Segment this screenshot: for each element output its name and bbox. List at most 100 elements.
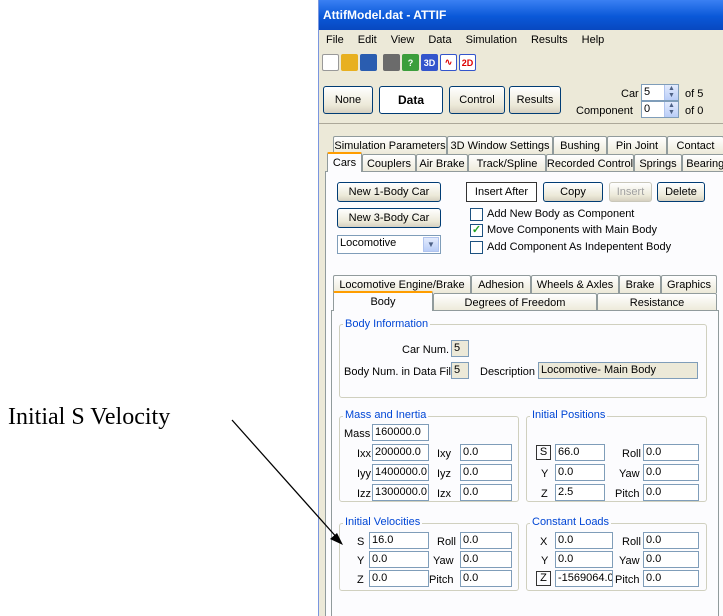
- add-independent-checkbox[interactable]: [470, 241, 483, 254]
- load-yaw-field[interactable]: 0.0: [643, 551, 699, 568]
- insert-after-button[interactable]: Insert After: [466, 182, 537, 202]
- menu-file[interactable]: File: [319, 30, 351, 46]
- pos-roll-label: Roll: [622, 448, 641, 460]
- 2d-graph-icon[interactable]: 2D: [459, 54, 476, 71]
- vel-pitch-field[interactable]: 0.0: [460, 570, 512, 587]
- load-z-field[interactable]: -1569064.0: [555, 570, 613, 587]
- tab-air-brake[interactable]: Air Brake: [416, 154, 468, 172]
- ixx-label: Ixx: [357, 448, 372, 460]
- graph-icon[interactable]: ∿: [440, 54, 457, 71]
- subtab-wheels-axles[interactable]: Wheels & Axles: [531, 275, 619, 293]
- chevron-down-icon[interactable]: ▼: [423, 237, 439, 252]
- load-pitch-field[interactable]: 0.0: [643, 570, 699, 587]
- subtab-degrees-of-freedom[interactable]: Degrees of Freedom: [433, 293, 597, 311]
- car-spinner[interactable]: 5 ▲ ▼: [641, 84, 679, 101]
- none-button[interactable]: None: [323, 86, 373, 114]
- tab-pin-joint[interactable]: Pin Joint: [607, 136, 667, 154]
- tab-contact[interactable]: Contact: [667, 136, 723, 154]
- subtab-graphics[interactable]: Graphics: [661, 275, 717, 293]
- component-value: 0: [644, 103, 651, 115]
- copy-button[interactable]: Copy: [543, 182, 603, 202]
- move-components-label: Move Components with Main Body: [487, 224, 657, 236]
- delete-button[interactable]: Delete: [657, 182, 705, 202]
- menu-edit[interactable]: Edit: [351, 30, 384, 46]
- initial-positions-title: Initial Positions: [530, 409, 608, 421]
- description-label: Description: [480, 366, 536, 378]
- tab-cars[interactable]: Cars: [327, 152, 362, 172]
- vel-z-label: Z: [357, 574, 364, 586]
- subtab-body[interactable]: Body: [333, 291, 433, 311]
- load-pitch-label: Pitch: [615, 574, 640, 586]
- tab-couplers[interactable]: Couplers: [362, 154, 416, 172]
- ixy-field[interactable]: 0.0: [460, 444, 512, 461]
- save-disk-icon[interactable]: [360, 54, 377, 71]
- print-icon[interactable]: [383, 54, 400, 71]
- pos-pitch-field[interactable]: 0.0: [643, 484, 699, 501]
- subtab-adhesion[interactable]: Adhesion: [471, 275, 531, 293]
- menu-results[interactable]: Results: [524, 30, 575, 46]
- insert-button[interactable]: Insert: [609, 182, 652, 202]
- pos-y-field[interactable]: 0.0: [555, 464, 605, 481]
- iyy-field[interactable]: 1400000.0: [372, 464, 429, 481]
- load-yaw-label: Yaw: [619, 555, 640, 567]
- component-label: Component: [576, 105, 633, 117]
- vel-s-label: S: [357, 536, 365, 548]
- iyy-label: Iyy: [357, 468, 372, 480]
- body-info-group: [339, 324, 707, 398]
- app-window: AttifModel.dat - ATTIF File Edit View Data S…: [318, 0, 723, 616]
- pos-z-label: Z: [541, 488, 548, 500]
- load-y-label: Y: [541, 555, 549, 567]
- open-folder-icon[interactable]: [341, 54, 358, 71]
- vel-z-field[interactable]: 0.0: [369, 570, 429, 587]
- new-3-body-car-button[interactable]: New 3-Body Car: [337, 208, 441, 228]
- menu-simulation[interactable]: Simulation: [459, 30, 524, 46]
- mass-field[interactable]: 160000.0: [372, 424, 429, 441]
- ixx-field[interactable]: 200000.0: [372, 444, 429, 461]
- data-button[interactable]: Data: [379, 86, 443, 114]
- menu-data[interactable]: Data: [421, 30, 458, 46]
- pos-s-toggle[interactable]: S: [536, 445, 551, 460]
- component-spinner[interactable]: 0 ▲ ▼: [641, 101, 679, 118]
- subtab-resistance[interactable]: Resistance: [597, 293, 717, 311]
- move-components-checkbox[interactable]: ✓: [470, 224, 483, 237]
- pos-roll-field[interactable]: 0.0: [643, 444, 699, 461]
- pos-s-field[interactable]: 66.0: [555, 444, 605, 461]
- ixy-label: Ixy: [437, 448, 452, 460]
- new-1-body-car-button[interactable]: New 1-Body Car: [337, 182, 441, 202]
- pos-yaw-field[interactable]: 0.0: [643, 464, 699, 481]
- component-spin-arrows[interactable]: ▲ ▼: [664, 102, 678, 117]
- 3d-view-icon[interactable]: 3D: [421, 54, 438, 71]
- vel-roll-field[interactable]: 0.0: [460, 532, 512, 549]
- tab-bearings[interactable]: Bearings: [682, 154, 723, 172]
- izx-field[interactable]: 0.0: [460, 484, 512, 501]
- tab-track-spline[interactable]: Track/Spline: [468, 154, 546, 172]
- results-button[interactable]: Results: [509, 86, 561, 114]
- initial-velocities-title: Initial Velocities: [343, 516, 423, 528]
- tab-3d-window-settings[interactable]: 3D Window Settings: [447, 136, 553, 154]
- tab-springs[interactable]: Springs: [634, 154, 682, 172]
- subtab-brake[interactable]: Brake: [619, 275, 661, 293]
- help-icon[interactable]: ?: [402, 54, 419, 71]
- pos-z-field[interactable]: 2.5: [555, 484, 605, 501]
- car-spin-arrows[interactable]: ▲ ▼: [664, 85, 678, 100]
- control-button[interactable]: Control: [449, 86, 505, 114]
- vel-s-field[interactable]: 16.0: [369, 532, 429, 549]
- tab-recorded-control[interactable]: Recorded Control: [546, 154, 634, 172]
- vel-yaw-field[interactable]: 0.0: [460, 551, 512, 568]
- pos-yaw-label: Yaw: [619, 468, 640, 480]
- izz-field[interactable]: 1300000.0: [372, 484, 429, 501]
- add-new-body-checkbox[interactable]: [470, 208, 483, 221]
- new-file-icon[interactable]: [322, 54, 339, 71]
- menu-view[interactable]: View: [384, 30, 422, 46]
- load-y-field[interactable]: 0.0: [555, 551, 613, 568]
- load-roll-field[interactable]: 0.0: [643, 532, 699, 549]
- menu-help[interactable]: Help: [575, 30, 612, 46]
- iyz-field[interactable]: 0.0: [460, 464, 512, 481]
- tab-bushing[interactable]: Bushing: [553, 136, 607, 154]
- vel-y-field[interactable]: 0.0: [369, 551, 429, 568]
- load-z-toggle[interactable]: Z: [536, 571, 551, 586]
- pos-pitch-label: Pitch: [615, 488, 640, 500]
- car-num-field: 5: [451, 340, 469, 357]
- menu-bar: File Edit View Data Simulation Results Help: [319, 30, 723, 50]
- load-x-field[interactable]: 0.0: [555, 532, 613, 549]
